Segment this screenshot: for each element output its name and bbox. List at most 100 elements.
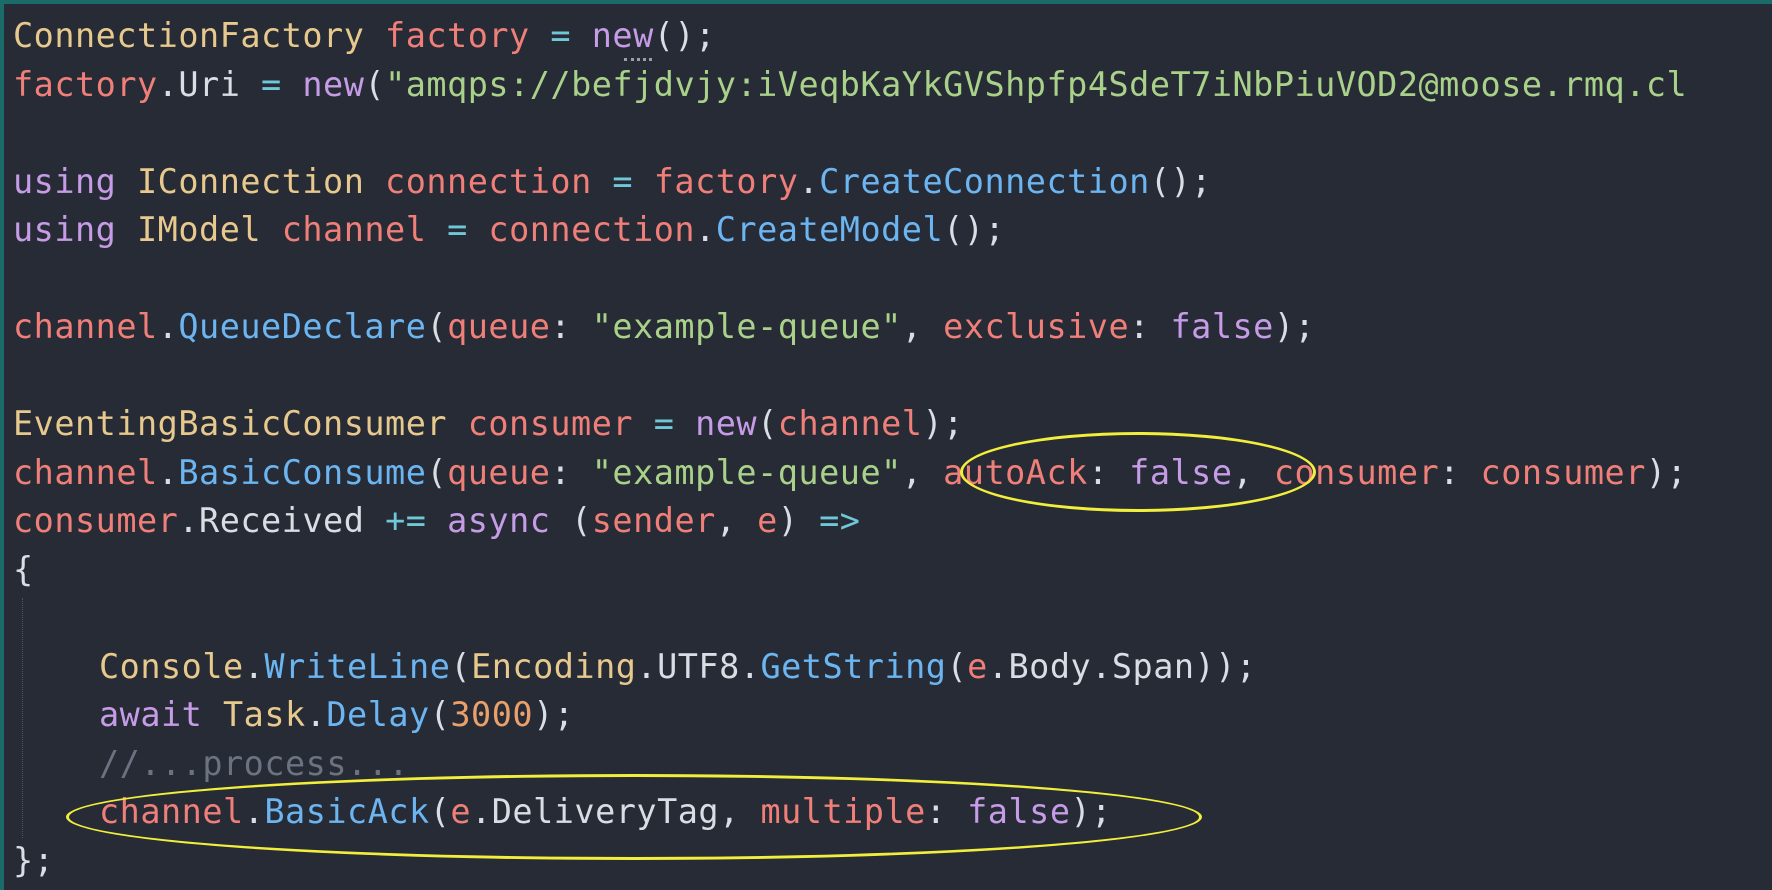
code-token-punct: ,: [901, 307, 944, 346]
code-token-punct: ();: [653, 16, 716, 55]
code-token-var: sender: [591, 501, 716, 540]
code-line[interactable]: {: [13, 546, 1687, 595]
code-token-type: Task: [223, 695, 306, 734]
code-line[interactable]: [13, 352, 1687, 401]
code-token-op: =: [261, 64, 282, 104]
code-token-punct: ,: [715, 501, 758, 540]
code-token-str: "amqps://befjdvjy:iVeqbKaYkGVShpfp4SdeT7…: [385, 64, 1688, 104]
code-line[interactable]: [13, 255, 1687, 304]
code-token-param: queue: [447, 452, 551, 492]
code-token-method: BasicConsume: [178, 452, 427, 492]
code-line[interactable]: using IConnection connection = factory.C…: [13, 158, 1687, 207]
code-token-var: connection: [488, 210, 696, 249]
code-token-var: consumer: [1480, 452, 1646, 492]
code-token-plain: Span: [1111, 646, 1195, 686]
code-token-var: e: [967, 646, 988, 686]
code-token-type: IConnection: [137, 161, 365, 201]
code-token-plain: DeliveryTag: [491, 792, 720, 831]
code-line[interactable]: using IModel channel = connection.Create…: [13, 206, 1687, 255]
code-token-op: +=: [385, 501, 427, 540]
code-token-punct: ));: [1194, 646, 1257, 686]
code-token-punct: .: [157, 64, 179, 104]
code-token-punct: );: [1070, 792, 1112, 831]
code-token-var: factory: [653, 161, 799, 201]
code-line[interactable]: channel.BasicAck(e.DeliveryTag, multiple…: [13, 788, 1687, 837]
code-token-kw: false: [967, 792, 1071, 831]
code-line[interactable]: await Task.Delay(3000);: [13, 691, 1687, 740]
code-token-var: channel: [777, 404, 923, 443]
code-token-punct: ): [777, 501, 799, 540]
code-token-op: =: [653, 404, 675, 443]
code-token-method: QueueDeclare: [178, 307, 427, 346]
code-line[interactable]: channel.BasicConsume(queue: "example-que…: [13, 449, 1687, 498]
code-token-var: e: [450, 792, 472, 831]
code-line[interactable]: EventingBasicConsumer consumer = new(cha…: [13, 400, 1687, 449]
code-token-punct: );: [922, 404, 964, 443]
code-line[interactable]: channel.QueueDeclare(queue: "example-que…: [13, 303, 1687, 352]
code-editor[interactable]: ConnectionFactory factory = new(); factor…: [4, 4, 1772, 890]
code-token-var: channel: [13, 307, 158, 346]
code-token-punct: .: [636, 646, 658, 686]
code-line[interactable]: //...process...: [13, 740, 1687, 789]
code-token-punct: (: [426, 307, 448, 346]
code-token-plain: Received: [199, 501, 365, 540]
code-token-method: CreateConnection: [819, 161, 1150, 201]
code-token-param: exclusive: [943, 307, 1130, 346]
code-token-method: WriteLine: [264, 646, 451, 686]
code-token-punct: );: [1273, 307, 1316, 346]
code-line[interactable]: [13, 594, 1687, 643]
code-token-var: channel: [281, 210, 427, 249]
code-token-punct: :: [1129, 307, 1171, 346]
code-line[interactable]: };: [13, 837, 1687, 886]
code-token-str: "example-queue": [591, 452, 902, 492]
code-block[interactable]: ConnectionFactory factory = new(); factor…: [13, 12, 1687, 885]
code-line[interactable]: Console.WriteLine(Encoding.UTF8.GetStrin…: [13, 643, 1687, 692]
code-token-comment: //...process...: [99, 743, 410, 783]
code-token-kw: using: [13, 161, 117, 201]
code-token-op: =: [447, 210, 468, 249]
code-token-method: GetString: [760, 646, 947, 686]
code-token-var: channel: [13, 452, 158, 492]
code-token-type: IModel: [137, 210, 262, 249]
code-token-kw: false: [1170, 307, 1274, 346]
code-token-punct: (: [571, 501, 592, 540]
code-token-punct: (: [429, 695, 451, 734]
code-token-kw: await: [99, 695, 203, 734]
code-token-method: Delay: [326, 695, 430, 734]
code-token-punct: );: [533, 695, 575, 734]
code-token-method: CreateModel: [715, 210, 944, 249]
code-token-var: consumer: [467, 404, 634, 443]
code-token-var: factory: [13, 64, 158, 104]
code-token-punct: .: [243, 792, 265, 831]
code-token-punct: );: [1645, 452, 1688, 492]
code-token-op: =>: [819, 501, 861, 540]
code-token-num: 3000: [450, 695, 534, 734]
code-line[interactable]: consumer.Received += async (sender, e) =…: [13, 497, 1687, 546]
code-token-kw: async: [447, 501, 551, 540]
code-token-kw: new: [302, 64, 365, 104]
code-token-type: EventingBasicConsumer: [13, 404, 448, 443]
code-token-punct: .: [695, 210, 716, 249]
code-line[interactable]: ConnectionFactory factory = new();: [13, 12, 1687, 61]
code-token-op: =: [612, 161, 634, 201]
code-line[interactable]: factory.Uri = new("amqps://befjdvjy:iVeq…: [13, 61, 1687, 110]
code-token-punct: (: [946, 646, 968, 686]
code-token-punct: :: [550, 452, 592, 492]
code-token-param: consumer: [1273, 452, 1440, 492]
code-token-param: autoAck: [943, 452, 1088, 492]
code-token-punct: ,: [901, 452, 944, 492]
code-token-punct: .: [987, 646, 1009, 686]
code-line[interactable]: [13, 109, 1687, 158]
code-token-punct: :: [1087, 452, 1130, 492]
code-token-var: factory: [385, 16, 530, 55]
code-token-punct: :: [550, 307, 592, 346]
code-token-var: e: [757, 501, 778, 540]
code-token-punct: ,: [719, 792, 761, 831]
